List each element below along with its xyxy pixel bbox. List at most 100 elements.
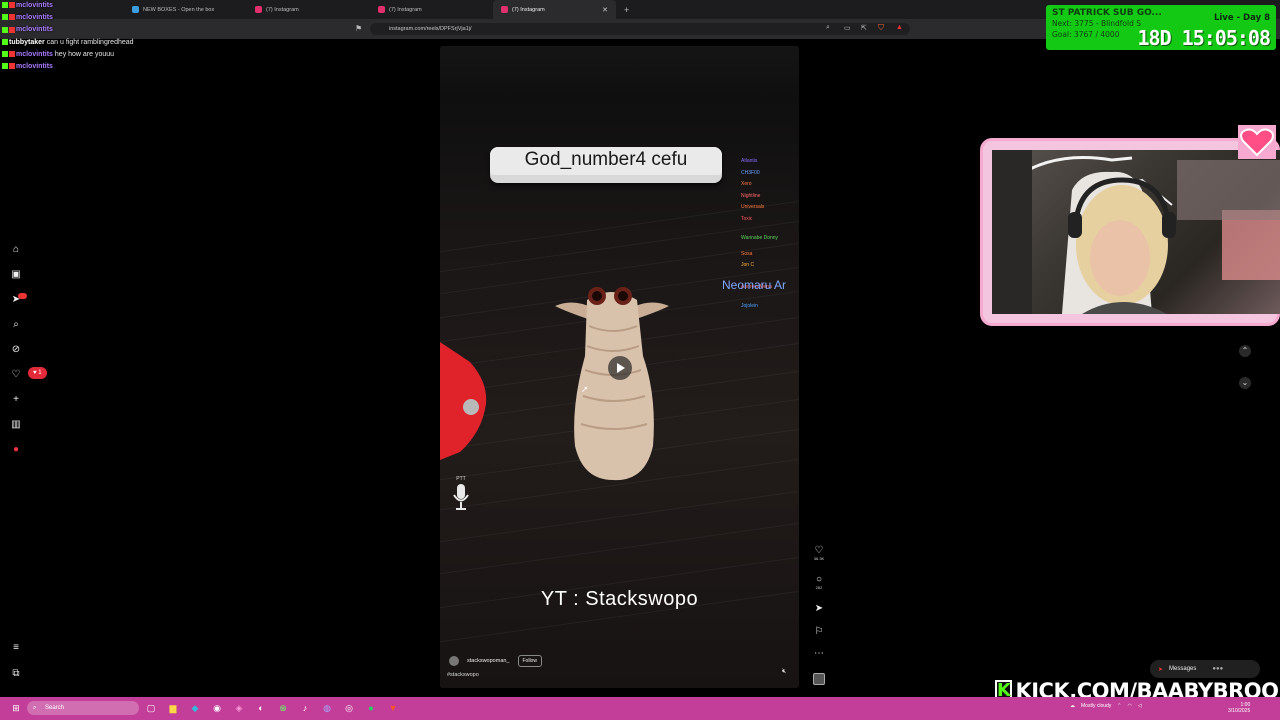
brave-rewards-icon[interactable]: ▲: [896, 24, 903, 31]
chevron-up-icon: ⌃: [1241, 346, 1249, 355]
follow-button[interactable]: Follow: [517, 655, 542, 667]
browser-tab[interactable]: (7) Instagram: [247, 0, 370, 19]
chat-message: mclovintits: [2, 0, 202, 12]
subathon-goal-overlay: ST PATRICK SUB GO... Next: 3775 - Blindf…: [1046, 5, 1276, 50]
chat-message: mclovintits: [2, 61, 202, 73]
send-icon: ➤: [1158, 666, 1164, 673]
like-button[interactable]: ♡ 36.3K: [812, 545, 826, 561]
previous-reel-button[interactable]: ⌃: [1239, 345, 1251, 357]
badge-icon: [9, 2, 15, 9]
tab-title: (7) Instagram: [512, 6, 545, 13]
app-icon[interactable]: ◈: [232, 701, 246, 715]
search-icon: ⌕: [33, 705, 37, 711]
also-from-meta-icon[interactable]: ⧉: [10, 668, 22, 680]
create-icon[interactable]: +: [10, 394, 22, 406]
volume-icon[interactable]: ◁: [1138, 703, 1142, 709]
like-count: 36.3K: [813, 556, 825, 561]
player-name: God_number4 cefu: [524, 149, 688, 170]
notification-count: 1: [38, 370, 42, 376]
wifi-icon[interactable]: ◠: [1128, 703, 1132, 709]
reels-icon[interactable]: ▣: [10, 269, 22, 281]
play-icon: [617, 363, 625, 373]
browser-tab-active[interactable]: (7) Instagram ✕: [493, 0, 616, 19]
instagram-icon: [378, 6, 385, 13]
taskbar-clock[interactable]: 1:00 3/10/2025: [1228, 702, 1250, 714]
chat-message: tubbytaker can u fight ramblingredhead: [2, 37, 202, 49]
chat-message: mclovintits: [2, 12, 202, 24]
player-list-item: Atlantis: [741, 158, 758, 164]
video-caption-overlay: YT : Stackswopo: [540, 588, 699, 610]
messages-button[interactable]: ➤ Messages ●●●: [1150, 660, 1260, 678]
heart-icon: [1238, 125, 1276, 159]
steam-icon[interactable]: ◐: [254, 701, 268, 715]
bookmark-icon[interactable]: ⚑: [355, 24, 362, 33]
search-icon[interactable]: ⌕: [10, 319, 22, 331]
chevron-down-icon: ⌄: [1241, 378, 1249, 387]
share-icon[interactable]: ⇱: [861, 24, 867, 32]
dashboard-icon[interactable]: ▥: [10, 419, 22, 431]
save-button[interactable]: ⚐: [812, 626, 826, 637]
author-avatar[interactable]: [449, 656, 459, 666]
bookmark-icon: ⚐: [814, 626, 824, 637]
menu-icon[interactable]: ≡: [10, 642, 22, 654]
profile-avatar-icon[interactable]: ●: [10, 444, 22, 456]
more-options-button[interactable]: ⋯: [812, 648, 826, 659]
mute-icon[interactable]: 🔇︎: [782, 668, 786, 676]
chevron-up-icon[interactable]: ⌃: [1117, 703, 1121, 709]
reel-author-row: stackswopoman_ Follow: [449, 655, 542, 667]
play-button[interactable]: [608, 356, 632, 380]
browser-tab[interactable]: (7) Instagram: [370, 0, 493, 19]
badge-icon: [2, 63, 8, 70]
taskbar-search[interactable]: ⌕ Search: [27, 701, 139, 715]
player-list-item: Nightline: [741, 192, 761, 199]
search-placeholder: Search: [45, 705, 65, 711]
notification-dot: [18, 293, 27, 299]
app-icon[interactable]: ◎: [342, 701, 356, 715]
discord-icon[interactable]: ◍: [320, 701, 334, 715]
zoom-icon[interactable]: ⌕: [826, 24, 830, 32]
chat-text: hey how are youuu: [54, 50, 115, 58]
audio-thumbnail[interactable]: [813, 673, 825, 685]
spotify-icon[interactable]: ●: [364, 701, 378, 715]
badge-icon: [9, 26, 15, 33]
ptt-microphone-icon: PTT: [451, 476, 471, 512]
badge-icon: [2, 50, 8, 57]
cast-icon[interactable]: ▭: [844, 24, 851, 32]
badge-icon: [2, 26, 8, 33]
share-button[interactable]: ➤: [812, 603, 826, 614]
xbox-icon[interactable]: ⊗: [276, 701, 290, 715]
player-list-item: CH3F00: [741, 169, 760, 176]
weather-text: Mostly cloudy: [1081, 703, 1112, 709]
clock-date: 3/10/2025: [1228, 708, 1251, 714]
badge-icon: [9, 14, 15, 21]
comment-button[interactable]: ○ 262: [812, 574, 826, 590]
brave-icon[interactable]: ▼: [386, 701, 400, 715]
url-text: instagram.com/reels/DPFSrjVja1j/: [389, 26, 472, 32]
heart-icon: ♡: [814, 545, 824, 556]
reel-hashtag[interactable]: #stackswopo: [447, 672, 479, 678]
tiktok-icon[interactable]: ♪: [298, 701, 312, 715]
chat-username: mclovintits: [16, 2, 53, 9]
weather-icon[interactable]: ☁: [1070, 703, 1075, 709]
close-tab-icon[interactable]: ✕: [602, 6, 608, 14]
new-tab-icon[interactable]: +: [624, 5, 629, 15]
app-icon[interactable]: ◆: [188, 701, 202, 715]
notifications-icon[interactable]: ♡: [10, 369, 22, 381]
stream-chat-overlay: mclovintits mclovintits mclovintits tubb…: [2, 0, 202, 73]
file-explorer-icon[interactable]: ▆: [166, 701, 180, 715]
next-reel-button[interactable]: ⌄: [1239, 377, 1251, 389]
home-icon[interactable]: ⌂: [10, 244, 22, 256]
comment-icon: ○: [815, 574, 823, 585]
subathon-day: Live - Day 8: [1213, 13, 1270, 23]
explore-icon[interactable]: ⊘: [10, 344, 22, 356]
task-view-icon[interactable]: ▢: [144, 701, 158, 715]
author-name[interactable]: stackswopoman_: [467, 658, 510, 664]
system-tray: ☁ Mostly cloudy ⌃ ◠ ◁: [1070, 703, 1142, 709]
obs-icon[interactable]: ◉: [210, 701, 224, 715]
chat-text: can u fight ramblingredhead: [46, 38, 134, 46]
windows-start-icon[interactable]: ⊞: [9, 701, 23, 715]
brave-shield-icon[interactable]: ⛉: [878, 23, 884, 33]
chat-username: mclovintits: [16, 63, 53, 71]
player-list-item: Jon C: [741, 262, 755, 268]
chat-username: mclovintits: [16, 14, 53, 22]
